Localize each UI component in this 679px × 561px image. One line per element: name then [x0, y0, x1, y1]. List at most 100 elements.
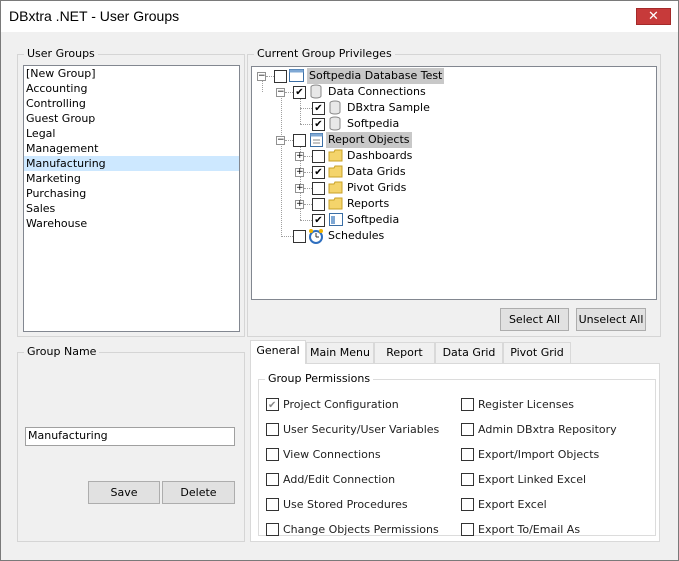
tree-checkbox-root[interactable]	[274, 70, 287, 83]
user-groups-window: DBxtra .NET - User Groups ✕ User Groups …	[0, 0, 679, 561]
expand-icon[interactable]: +	[295, 168, 304, 177]
user-groups-list[interactable]: [New Group] Accounting Controlling Guest Gr…	[23, 65, 240, 332]
group-name-panel: Group Name Manufacturing Save Delete	[17, 345, 245, 542]
group-name-input[interactable]: Manufacturing	[25, 427, 235, 446]
select-all-button[interactable]: Select All	[500, 308, 569, 331]
checkbox[interactable]	[461, 398, 474, 411]
checkbox[interactable]	[266, 423, 279, 436]
tree-label-softpedia-object: Softpedia	[347, 213, 400, 226]
tree-checkbox-dbxtra-sample[interactable]	[312, 102, 325, 115]
checkbox[interactable]	[461, 448, 474, 461]
folder-icon	[328, 180, 344, 196]
user-groups-panel: User Groups [New Group] Accounting Control…	[17, 47, 245, 337]
window-title: DBxtra .NET - User Groups	[9, 8, 180, 24]
permission-checkbox[interactable]: Export To/Email As	[461, 522, 651, 538]
checkbox[interactable]	[461, 473, 474, 486]
tree-label-schedules: Schedules	[328, 229, 385, 242]
tree-checkbox-data-grids[interactable]	[312, 166, 325, 179]
tree-node-pivot-grids[interactable]: + Pivot Grids	[252, 180, 652, 196]
collapse-icon[interactable]: −	[276, 136, 285, 145]
tree-node-report-objects[interactable]: − Report Objects	[252, 132, 652, 148]
privileges-tree[interactable]: − Softpedia Database Test − Data Connect…	[251, 66, 657, 300]
checkbox[interactable]	[266, 523, 279, 536]
tree-node-root[interactable]: − Softpedia Database Test	[252, 68, 652, 84]
checkbox[interactable]	[461, 498, 474, 511]
user-group-item[interactable]: Management	[24, 141, 239, 156]
privileges-panel: Current Group Privileges − Softpedia Dat…	[247, 47, 661, 337]
database-icon	[328, 100, 344, 116]
checkbox[interactable]	[266, 498, 279, 511]
tree-checkbox-softpedia-object[interactable]	[312, 214, 325, 227]
tree-node-dashboards[interactable]: + Dashboards	[252, 148, 652, 164]
collapse-icon[interactable]: −	[276, 88, 285, 97]
tab-report[interactable]: Report	[374, 342, 435, 364]
checkbox[interactable]	[461, 523, 474, 536]
checkbox[interactable]	[266, 398, 279, 414]
tree-checkbox-schedules[interactable]	[293, 230, 306, 243]
checkbox[interactable]	[461, 423, 474, 436]
permission-label: Admin DBxtra Repository	[478, 423, 617, 436]
permission-checkbox[interactable]: Project Configuration	[266, 397, 456, 414]
checkbox[interactable]	[266, 473, 279, 486]
save-button[interactable]: Save	[88, 481, 160, 504]
group-permissions-title: Group Permissions	[265, 372, 374, 386]
delete-button[interactable]: Delete	[162, 481, 235, 504]
user-group-item[interactable]: Warehouse	[24, 216, 239, 231]
user-groups-title: User Groups	[24, 47, 98, 61]
tree-label-dashboards: Dashboards	[347, 149, 413, 162]
permission-checkbox[interactable]: Use Stored Procedures	[266, 497, 456, 513]
expand-icon[interactable]: +	[295, 152, 304, 161]
collapse-icon[interactable]: −	[257, 72, 266, 81]
tab-general[interactable]: General	[250, 340, 306, 364]
permission-checkbox[interactable]: Register Licenses	[461, 397, 651, 413]
expand-icon[interactable]: +	[295, 200, 304, 209]
tree-node-data-grids[interactable]: + Data Grids	[252, 164, 652, 180]
tree-node-softpedia-connection[interactable]: Softpedia	[252, 116, 652, 132]
tree-label-root: Softpedia Database Test	[307, 68, 445, 84]
user-group-item[interactable]: [New Group]	[24, 66, 239, 81]
tree-checkbox-softpedia-connection[interactable]	[312, 118, 325, 131]
tree-checkbox-dashboards[interactable]	[312, 150, 325, 163]
user-group-item[interactable]: Sales	[24, 201, 239, 216]
permission-checkbox[interactable]: Export/Import Objects	[461, 447, 651, 463]
folder-icon	[328, 164, 344, 180]
permission-checkbox[interactable]: Export Linked Excel	[461, 472, 651, 488]
permission-checkbox[interactable]: Change Objects Permissions	[266, 522, 456, 538]
dashboard-icon	[328, 212, 344, 228]
privileges-title: Current Group Privileges	[254, 47, 395, 61]
close-button[interactable]: ✕	[636, 8, 671, 25]
expand-icon[interactable]: +	[295, 184, 304, 193]
tab-pivot-grid[interactable]: Pivot Grid	[503, 342, 571, 364]
user-group-item[interactable]: Guest Group	[24, 111, 239, 126]
unselect-all-button[interactable]: Unselect All	[576, 308, 646, 331]
tab-data-grid[interactable]: Data Grid	[435, 342, 503, 364]
report-icon	[309, 132, 325, 148]
user-group-item[interactable]: Legal	[24, 126, 239, 141]
tree-checkbox-data-connections[interactable]	[293, 86, 306, 99]
tree-label-softpedia-connection: Softpedia	[347, 117, 400, 130]
permission-checkbox[interactable]: Add/Edit Connection	[266, 472, 456, 488]
tree-node-reports[interactable]: + Reports	[252, 196, 652, 212]
folder-icon	[328, 196, 344, 212]
tree-node-dbxtra-sample[interactable]: DBxtra Sample	[252, 100, 652, 116]
permission-checkbox[interactable]: Admin DBxtra Repository	[461, 422, 651, 438]
tree-checkbox-pivot-grids[interactable]	[312, 182, 325, 195]
tree-checkbox-report-objects[interactable]	[293, 134, 306, 147]
tree-node-softpedia-object[interactable]: Softpedia	[252, 212, 652, 228]
user-group-item[interactable]: Manufacturing	[24, 156, 239, 171]
tree-node-data-connections[interactable]: − Data Connections	[252, 84, 652, 100]
tree-label-dbxtra-sample: DBxtra Sample	[347, 101, 430, 114]
tab-main-menu[interactable]: Main Menu	[306, 342, 374, 364]
user-group-item[interactable]: Marketing	[24, 171, 239, 186]
tree-checkbox-reports[interactable]	[312, 198, 325, 211]
user-group-item[interactable]: Accounting	[24, 81, 239, 96]
user-group-item[interactable]: Purchasing	[24, 186, 239, 201]
tree-node-schedules[interactable]: Schedules	[252, 228, 652, 244]
permission-checkbox[interactable]: View Connections	[266, 447, 456, 463]
tree-label-data-grids: Data Grids	[347, 165, 406, 178]
permission-checkbox[interactable]: User Security/User Variables	[266, 422, 456, 438]
permission-checkbox[interactable]: Export Excel	[461, 497, 651, 513]
checkbox[interactable]	[266, 448, 279, 461]
permission-label: Use Stored Procedures	[283, 498, 408, 511]
user-group-item[interactable]: Controlling	[24, 96, 239, 111]
